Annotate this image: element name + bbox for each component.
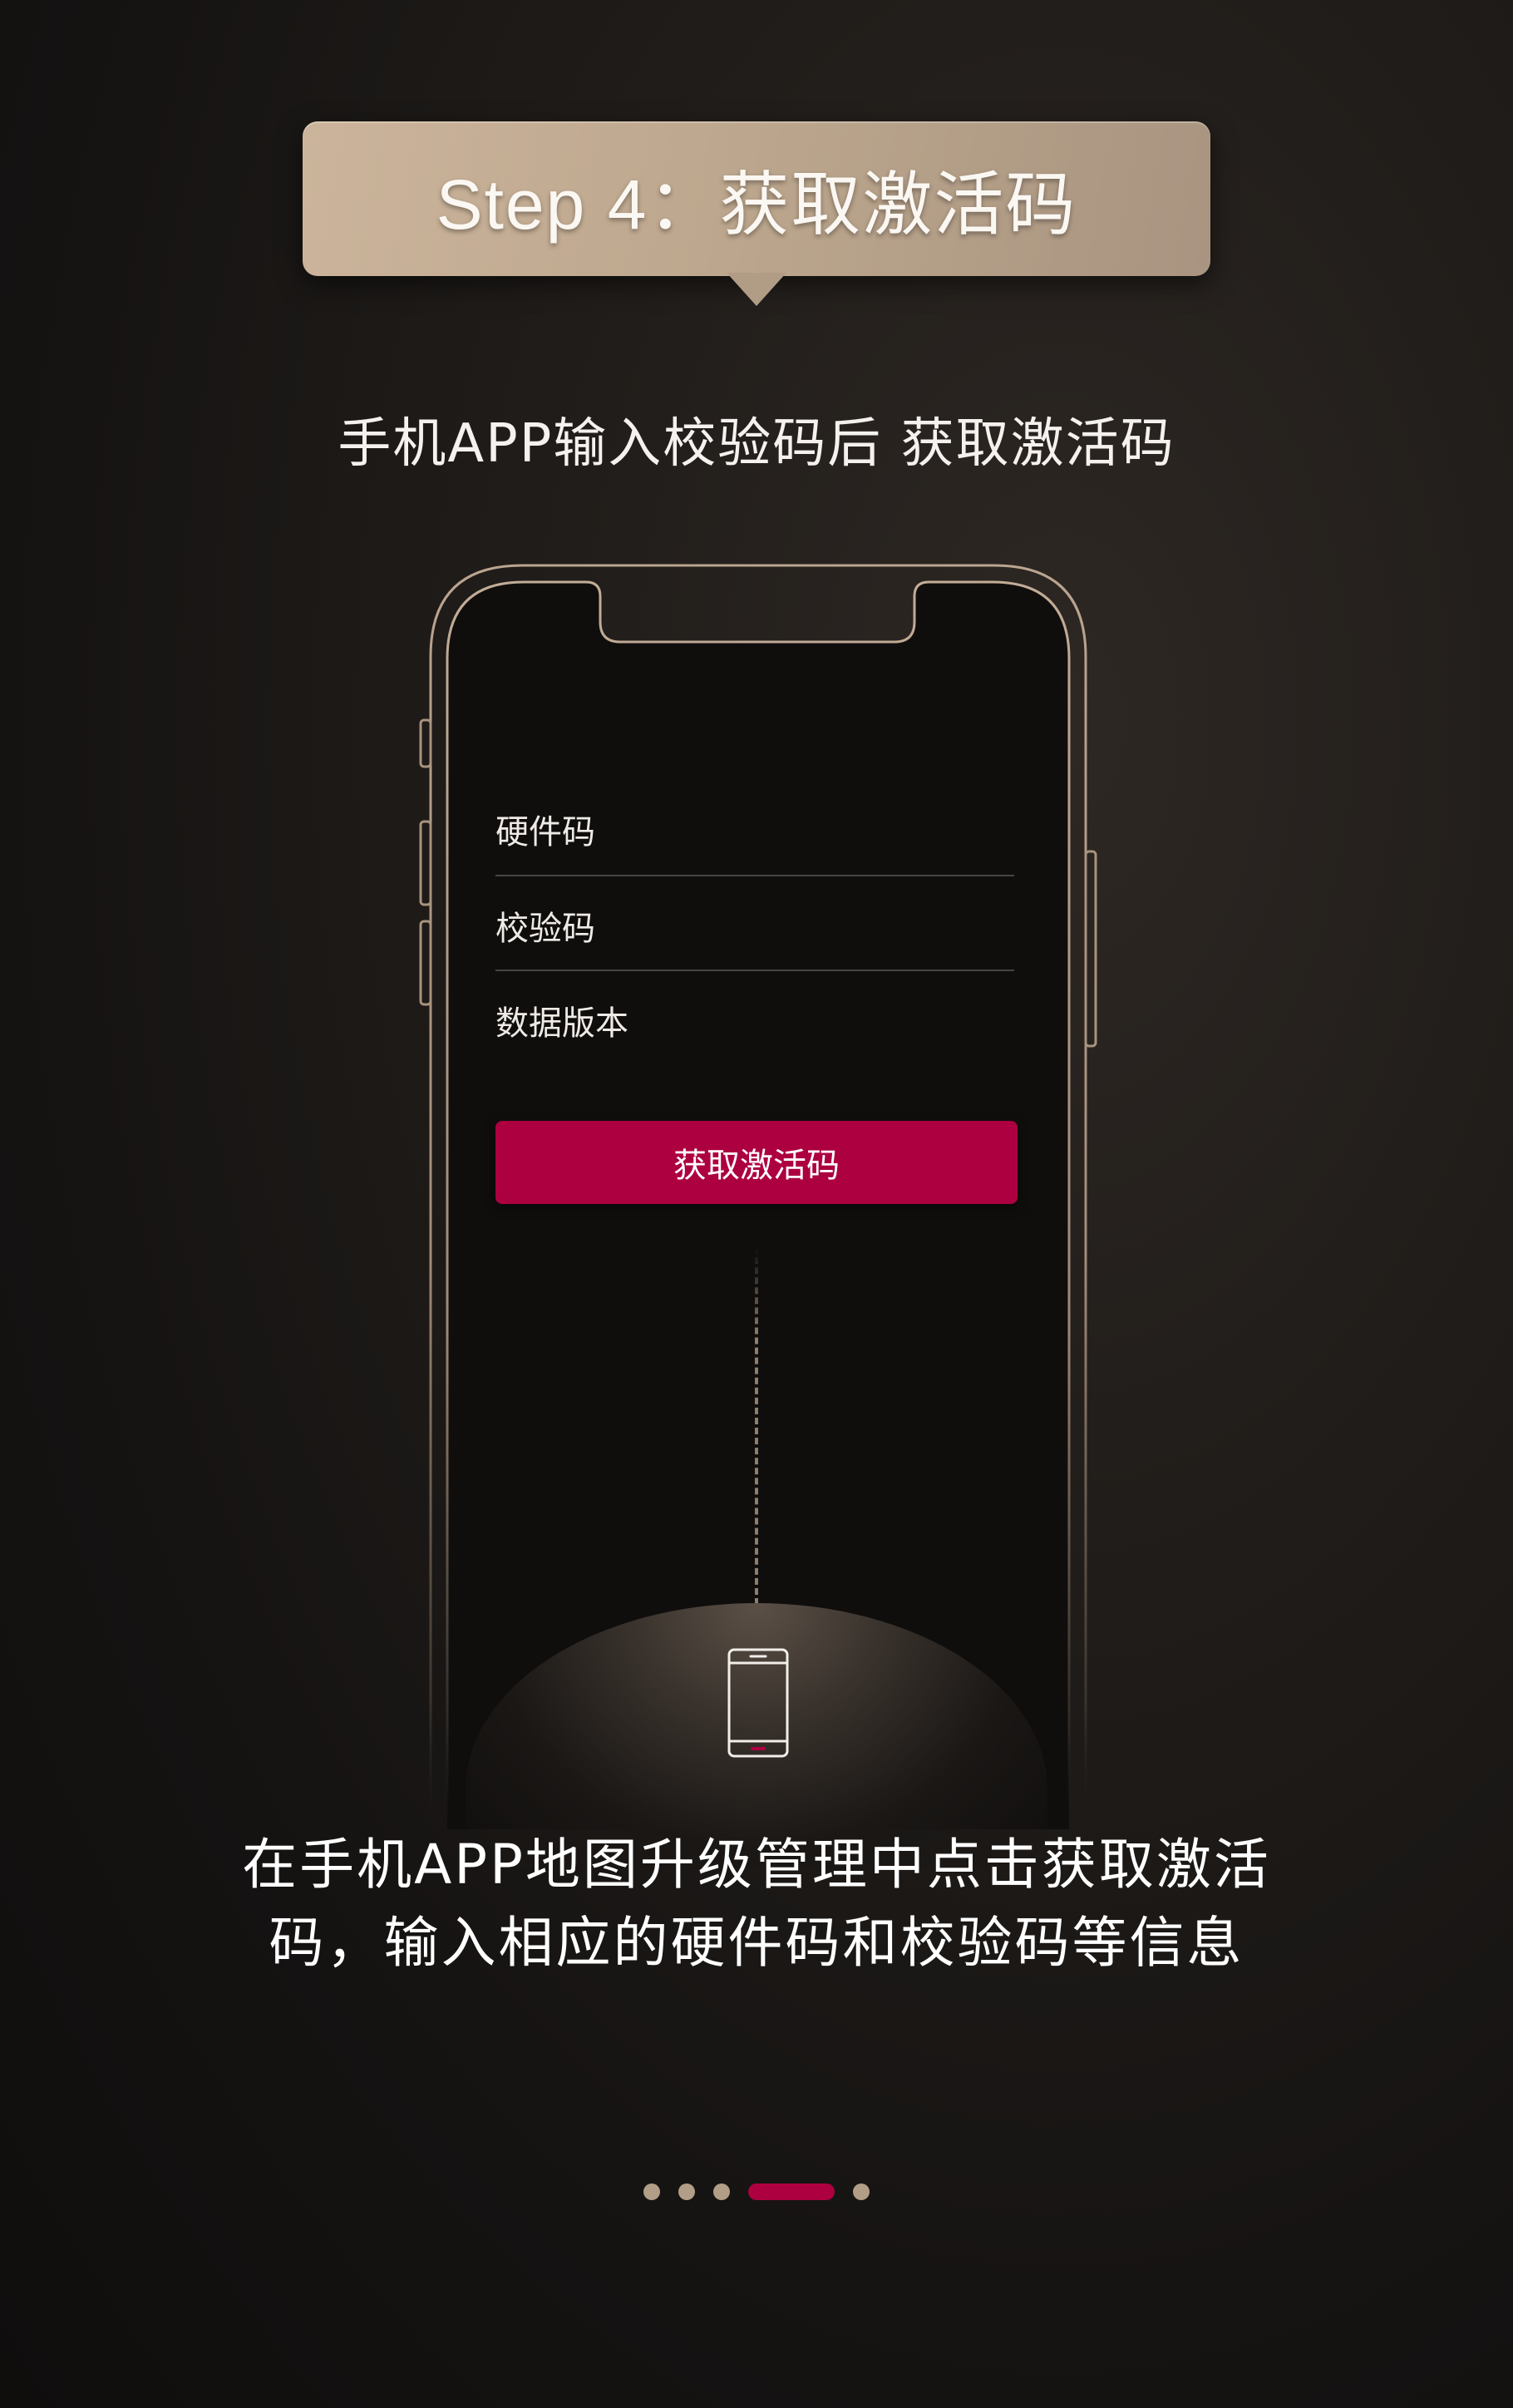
description-line-2: 码，输入相应的硬件码和校验码等信息 — [269, 1911, 1244, 1975]
field-divider — [495, 970, 1014, 971]
smartphone-icon — [727, 1648, 789, 1758]
field-divider — [495, 875, 1014, 876]
page-dot[interactable] — [678, 2183, 695, 2200]
description-line-1: 在手机APP地图升级管理中点击获取激活 — [242, 1833, 1271, 1897]
page-dot[interactable] — [643, 2183, 660, 2200]
verification-code-label: 校验码 — [495, 910, 595, 948]
data-version-label: 数据版本 — [495, 1004, 628, 1043]
hardware-code-label: 硬件码 — [495, 813, 595, 851]
connector-dashed-line — [755, 1247, 758, 1605]
page-dot[interactable] — [853, 2183, 870, 2200]
phone-outline — [419, 564, 1097, 1829]
page-dot-active[interactable] — [748, 2183, 835, 2200]
description: 在手机APP地图升级管理中点击获取激活 码，输入相应的硬件码和校验码等信息 — [216, 1826, 1297, 1982]
page-dot[interactable] — [713, 2183, 730, 2200]
page-indicator — [0, 2183, 1513, 2200]
get-activation-code-button[interactable]: 获取激活码 — [495, 1121, 1018, 1204]
